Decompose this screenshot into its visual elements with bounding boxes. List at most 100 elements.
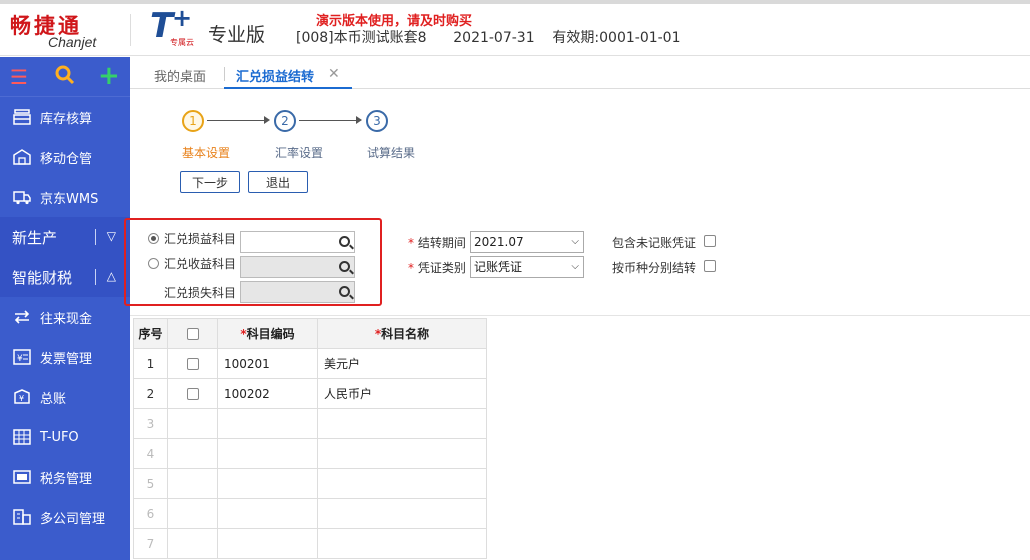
row-name[interactable] [317,438,487,469]
include-unposted-label: 包含未记账凭证 [612,236,697,250]
add-icon[interactable]: + [98,61,120,91]
exchange-gain-radio[interactable] [148,258,159,269]
menu-icon[interactable]: ☰ [10,65,28,89]
row-code[interactable] [217,468,318,499]
col-code-header[interactable]: *科目编码 [217,318,318,349]
logo-separator [130,14,131,46]
section-divider [95,229,96,245]
row-select-cell [167,348,218,379]
tplus-logo: T + 专属云 [150,4,194,47]
exchange-icon [12,307,32,327]
table-row[interactable]: 1 100201 美元户 [133,348,487,379]
row-checkbox[interactable] [186,388,199,400]
arrow-right-icon [264,116,270,124]
sidebar-item-mobile-warehouse[interactable]: 移动仓管 [0,137,130,177]
exchange-pl-radio[interactable] [148,233,159,244]
report-icon [12,427,32,447]
row-code[interactable] [217,528,318,559]
include-unposted-checkbox[interactable] [704,235,716,247]
close-icon[interactable]: ✕ [328,66,340,82]
sidebar-item-receivables-cash[interactable]: 往来现金 [0,297,130,337]
sidebar-item-invoice-management[interactable]: ¥ 发票管理 [0,337,130,377]
brand-logo-en: Chanjet [48,34,97,50]
row-seq: 2 [133,378,168,409]
step-2-label: 汇率设置 [275,146,324,160]
row-name[interactable] [317,408,487,439]
row-name[interactable]: 美元户 [317,348,487,379]
truck-icon [12,187,32,207]
table-row[interactable]: 2 100202 人民币户 [133,378,487,409]
step-3-label: 试算结果 [367,146,416,160]
search-icon[interactable] [339,236,350,247]
section-divider [95,269,96,285]
wizard-steps: 1 2 3 基本设置 汇率设置 试算结果 [180,110,480,170]
voucher-type-select[interactable]: 记账凭证 ⌵ [470,256,584,278]
row-checkbox[interactable] [186,358,199,370]
row-code[interactable] [217,498,318,529]
next-button[interactable]: 下一步 [180,171,240,193]
exchange-gain-account-input[interactable] [240,256,355,278]
row-seq: 6 [133,498,168,529]
search-icon[interactable] [339,286,350,297]
step-1-label: 基本设置 [182,146,231,160]
row-seq: 7 [133,528,168,559]
sidebar-item-label: 移动仓管 [40,151,93,167]
sidebar-item-t-ufo[interactable]: T-UFO [0,417,130,457]
row-seq: 1 [133,348,168,379]
row-select-cell [167,528,218,559]
tax-icon [12,467,32,487]
row-name[interactable] [317,498,487,529]
exchange-gain-label: 汇兑收益科目 [164,257,237,271]
sidebar-item-inventory-costing[interactable]: 库存核算 [0,97,130,137]
edition-label: 专业版 [208,24,266,46]
account-info: [008]本币测试账套8 2021-07-31 有效期:0001-01-01 [296,30,681,46]
arrow-right-icon [356,116,362,124]
product-sub-label: 专属云 [170,38,194,47]
row-name[interactable]: 人民币户 [317,378,487,409]
row-code[interactable] [217,438,318,469]
ledger-icon: ¥ [12,387,32,407]
row-code[interactable]: 100201 [217,348,318,379]
invoice-icon: ¥ [12,347,32,367]
row-code[interactable] [217,408,318,439]
sidebar: ☰ + 库存核算 移动仓管 京东WMS 新生产 ▽ 智能财税 △ 往来现金 ¥ … [0,57,130,560]
exit-button[interactable]: 退出 [248,171,308,193]
exchange-pl-account-input[interactable] [240,231,355,253]
row-select-cell [167,498,218,529]
row-select-cell [167,468,218,499]
mobile-warehouse-icon [12,147,32,167]
sidebar-item-label: 库存核算 [40,111,93,127]
sidebar-item-label: 往来现金 [40,311,93,327]
sidebar-section-smart-finance[interactable]: 智能财税 △ [0,257,130,297]
sidebar-item-tax-management[interactable]: 税务管理 [0,457,130,497]
select-all-checkbox[interactable] [186,328,199,340]
tab-home[interactable]: 我的桌面 [154,66,206,85]
sidebar-item-label: 发票管理 [40,351,93,367]
sidebar-item-general-ledger[interactable]: ¥ 总账 [0,377,130,417]
table-row[interactable]: 7 [133,528,487,559]
tab-bar: 我的桌面 汇兑损益结转 ✕ [130,57,1030,89]
sidebar-item-jd-wms[interactable]: 京东WMS [0,177,130,217]
col-name-header[interactable]: *科目名称 [317,318,487,349]
exchange-loss-account-input[interactable] [240,281,355,303]
row-name[interactable] [317,528,487,559]
by-currency-checkbox[interactable] [704,260,716,272]
table-row[interactable]: 6 [133,498,487,529]
period-select[interactable]: 2021.07 ⌵ [470,231,584,253]
row-name[interactable] [317,468,487,499]
row-code[interactable]: 100202 [217,378,318,409]
table-row[interactable]: 4 [133,438,487,469]
step-connector [299,120,357,121]
sidebar-item-label: 总账 [40,391,67,407]
exchange-pl-label: 汇兑损益科目 [164,232,237,246]
table-row[interactable]: 5 [133,468,487,499]
row-seq: 4 [133,438,168,469]
sidebar-section-new-production[interactable]: 新生产 ▽ [0,217,130,257]
search-icon[interactable] [339,261,350,272]
sidebar-item-multi-company[interactable]: 多公司管理 [0,497,130,537]
voucher-type-value: 记账凭证 [474,260,523,274]
table-row[interactable]: 3 [133,408,487,439]
step-connector [207,120,265,121]
sidebar-toolbar: ☰ + [0,57,130,97]
search-icon[interactable] [55,65,75,90]
